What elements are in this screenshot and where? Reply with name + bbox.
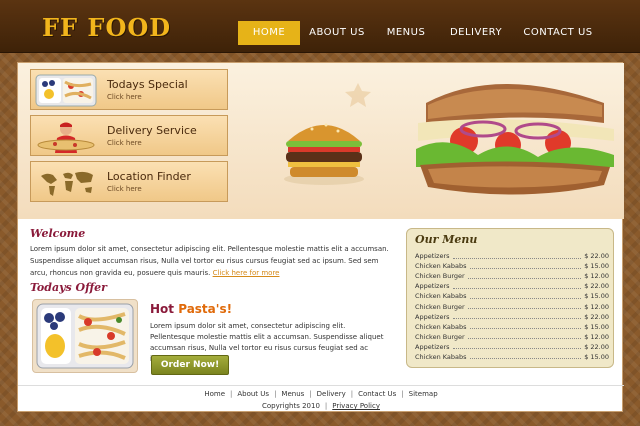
welcome-more-link[interactable]: Click here for more (213, 269, 280, 277)
footer-links: Home | About Us | Menus | Delivery | Contact Us |… (18, 390, 624, 398)
nav-home[interactable]: HOME (238, 21, 300, 45)
menu-item-name: Chicken Kababs (415, 322, 467, 331)
menu-item: Appetizers $ 22.00 (415, 251, 609, 261)
footer-link-menus[interactable]: Menus (281, 390, 304, 398)
nav-contact-us[interactable]: CONTACT US (520, 21, 596, 45)
footer-link-delivery[interactable]: Delivery (317, 390, 346, 398)
menu-list: Appetizers $ 22.00 Chicken Kababs $ 15.00 … (415, 251, 609, 362)
site-footer: Home | About Us | Menus | Delivery | Contact Us |… (18, 385, 624, 413)
welcome-text: Lorem ipsum dolor sit amet, consectetur … (30, 243, 390, 279)
main-frame: Todays Special Click here Delivery Servi… (17, 62, 624, 413)
footer-link-about-us[interactable]: About Us (237, 390, 269, 398)
menu-item-price: $ 12.00 (584, 272, 609, 281)
menu-item-price: $ 15.00 (584, 322, 609, 331)
menu-item-name: Chicken Kababs (415, 292, 467, 301)
site-header: FF FOOD HOME ABOUT US MENUS DELIVERY CON… (0, 0, 640, 53)
site-logo[interactable]: FF FOOD (42, 13, 171, 42)
menu-item-name: Chicken Burger (415, 302, 465, 311)
welcome-paragraph: Lorem ipsum dolor sit amet, consectetur … (30, 245, 389, 277)
footer-copyright: Copyrights 2010 | Privacy Policy (18, 402, 624, 410)
sidebar-item-todays-special[interactable]: Todays Special Click here (30, 69, 228, 110)
sidebar-item-link[interactable]: Click here (107, 139, 142, 147)
footer-separator: | (324, 402, 328, 410)
menu-item: Appetizers $ 22.00 (415, 342, 609, 352)
offer-image (32, 299, 138, 373)
menu-item-name: Appetizers (415, 282, 450, 291)
privacy-policy-link[interactable]: Privacy Policy (332, 402, 380, 410)
world-map-icon (35, 166, 97, 199)
menu-item-name: Appetizers (415, 252, 450, 261)
nav-delivery[interactable]: DELIVERY (444, 21, 508, 45)
footer-separator: | (309, 390, 312, 398)
menu-item: Chicken Burger $ 12.00 (415, 301, 609, 311)
menu-item-name: Appetizers (415, 312, 450, 321)
menu-item-name: Appetizers (415, 342, 450, 351)
footer-separator: | (401, 390, 404, 398)
menu-item-name: Chicken Kababs (415, 352, 467, 361)
offer-dish-name: Pasta's! (178, 302, 233, 316)
sidebar-item-location-finder[interactable]: Location Finder Click here (30, 161, 228, 202)
menu-item-price: $ 15.00 (584, 352, 609, 361)
menu-item: Chicken Kababs $ 15.00 (415, 291, 609, 301)
sidebar-item-title: Location Finder (107, 170, 191, 183)
footer-link-home[interactable]: Home (204, 390, 225, 398)
menu-item-price: $ 22.00 (584, 312, 609, 321)
menu-item: Chicken Burger $ 12.00 (415, 332, 609, 342)
nav-about-us[interactable]: ABOUT US (306, 21, 368, 45)
offer-dish-title: Hot Pasta's! (150, 302, 232, 316)
pasta-tray-icon (35, 74, 97, 107)
footer-link-sitemap[interactable]: Sitemap (409, 390, 438, 398)
sidebar-item-link[interactable]: Click here (107, 93, 142, 101)
menu-item-price: $ 15.00 (584, 262, 609, 271)
menu-item: Chicken Kababs $ 15.00 (415, 352, 609, 362)
welcome-heading: Welcome (30, 227, 86, 240)
menu-item: Appetizers $ 22.00 (415, 312, 609, 322)
order-now-button[interactable]: Order Now! (151, 355, 229, 375)
sidebar-item-link[interactable]: Click here (107, 185, 142, 193)
menu-panel: Our Menu Appetizers $ 22.00 Chicken Kabab… (406, 228, 614, 368)
menu-item-price: $ 12.00 (584, 332, 609, 341)
nav-menus[interactable]: MENUS (378, 21, 434, 45)
sidebar-item-delivery-service[interactable]: Delivery Service Click here (30, 115, 228, 156)
hero-banner: Todays Special Click here Delivery Servi… (18, 63, 624, 219)
menu-item: Chicken Burger $ 12.00 (415, 271, 609, 281)
menu-item-price: $ 15.00 (584, 292, 609, 301)
footer-link-contact-us[interactable]: Contact Us (358, 390, 396, 398)
menu-item-price: $ 22.00 (584, 282, 609, 291)
food-banner-image (284, 83, 614, 195)
footer-separator: | (230, 390, 233, 398)
delivery-person-icon (35, 120, 97, 153)
footer-separator: | (350, 390, 354, 398)
menu-item: Chicken Kababs $ 15.00 (415, 322, 609, 332)
menu-item-price: $ 22.00 (584, 252, 609, 261)
menu-item-name: Chicken Burger (415, 332, 465, 341)
offer-heading: Todays Offer (30, 281, 107, 294)
menu-item: Chicken Kababs $ 15.00 (415, 261, 609, 271)
copyright-text: Copyrights 2010 (262, 402, 320, 410)
menu-item-price: $ 12.00 (584, 302, 609, 311)
menu-item: Appetizers $ 22.00 (415, 281, 609, 291)
footer-separator: | (274, 390, 277, 398)
offer-hot-word: Hot (150, 302, 175, 316)
menu-item-name: Chicken Kababs (415, 262, 467, 271)
sidebar-item-title: Todays Special (107, 78, 188, 91)
menu-item-name: Chicken Burger (415, 272, 465, 281)
menu-heading: Our Menu (415, 233, 478, 246)
menu-item-price: $ 22.00 (584, 342, 609, 351)
sidebar-item-title: Delivery Service (107, 124, 197, 137)
